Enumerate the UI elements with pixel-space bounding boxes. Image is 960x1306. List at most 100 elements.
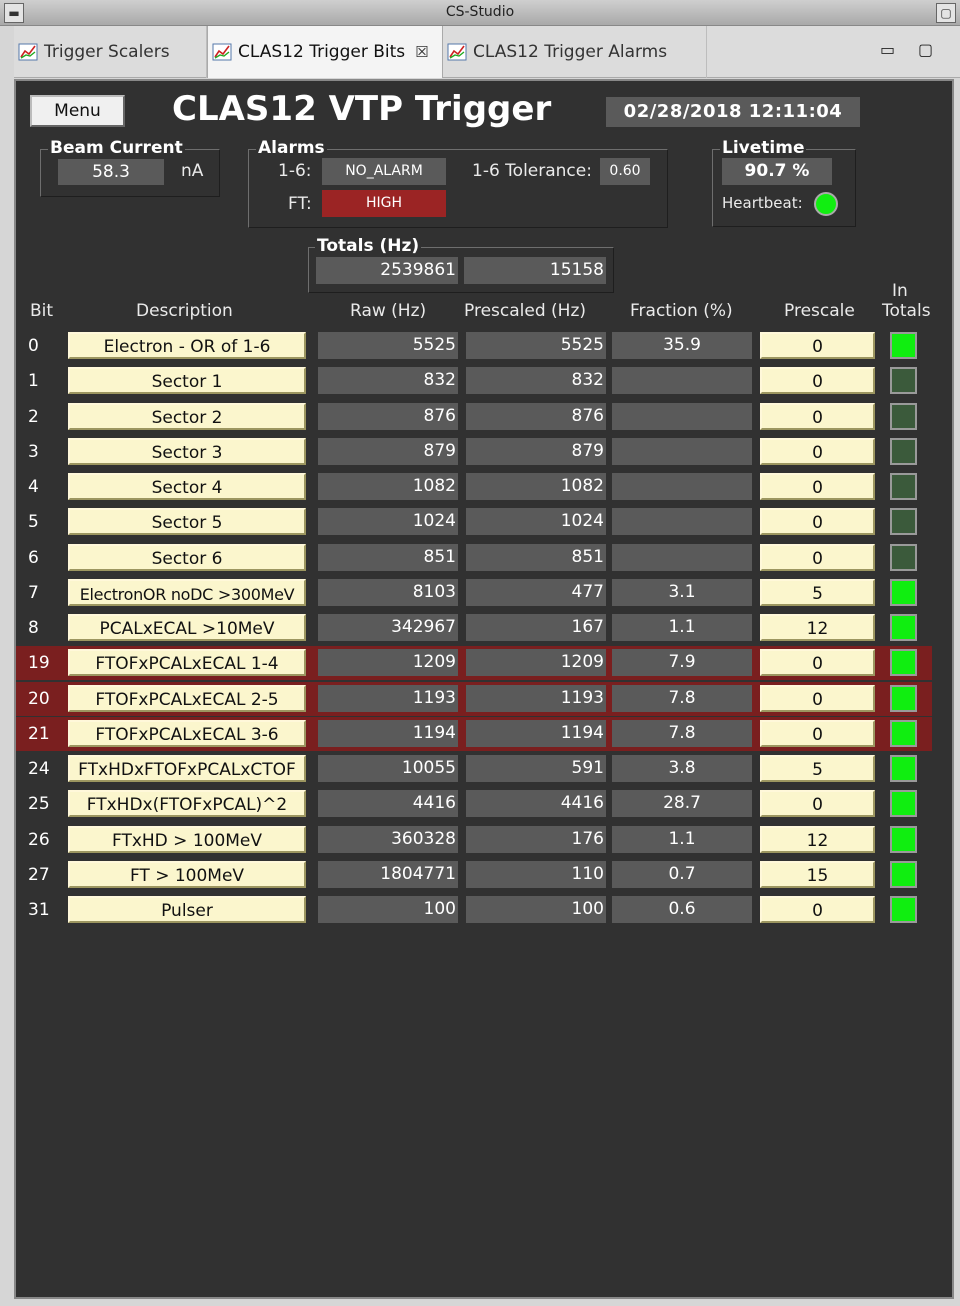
trigger-panel: Menu CLAS12 VTP Trigger 02/28/2018 12:11…	[14, 79, 954, 1299]
prescaled-rate: 876	[466, 402, 606, 430]
table-row: 31 Pulser 100 100 0.6 0	[16, 893, 932, 927]
description-field[interactable]: FTxHD > 100MeV	[68, 825, 306, 853]
in-totals-indicator[interactable]	[890, 473, 917, 500]
table-row: 27 FT > 100MeV 1804771 110 0.7 15	[16, 858, 932, 892]
in-totals-indicator[interactable]	[890, 402, 917, 430]
prescale-input[interactable]: 0	[760, 402, 875, 430]
prescale-input[interactable]: 5	[760, 755, 875, 782]
in-totals-indicator[interactable]	[890, 860, 917, 888]
bit-number: 6	[28, 547, 39, 568]
fraction-value	[612, 473, 752, 500]
chart-icon	[212, 42, 232, 62]
description-field[interactable]: Sector 6	[68, 543, 306, 571]
tab-clas12-trigger-alarms[interactable]: CLAS12 Trigger Alarms	[443, 26, 707, 78]
description-field[interactable]: Sector 1	[68, 367, 306, 395]
column-header-bit: Bit	[30, 301, 54, 321]
bit-number: 25	[28, 794, 50, 815]
fraction-value: 7.8	[612, 684, 752, 712]
bit-number: 27	[28, 864, 50, 885]
prescale-input[interactable]: 0	[760, 684, 875, 712]
description-field[interactable]: ElectronOR noDC >300MeV	[68, 578, 306, 606]
close-tab-icon[interactable]: ☒	[415, 43, 428, 61]
in-totals-indicator[interactable]	[890, 755, 917, 782]
prescale-input[interactable]: 0	[760, 896, 875, 923]
prescale-input[interactable]: 0	[760, 790, 875, 818]
page-title: CLAS12 VTP Trigger	[172, 89, 552, 129]
tab-clas12-trigger-bits[interactable]: CLAS12 Trigger Bits ☒	[207, 26, 443, 78]
prescale-input[interactable]: 0	[760, 508, 875, 536]
prescale-input[interactable]: 0	[760, 367, 875, 395]
raw-rate: 4416	[318, 790, 458, 818]
description-field[interactable]: Pulser	[68, 896, 306, 923]
table-row: 1 Sector 1 832 832 0	[16, 364, 932, 398]
prescale-input[interactable]: 0	[760, 543, 875, 571]
fraction-value: 7.8	[612, 719, 752, 747]
prescaled-rate: 879	[466, 437, 606, 465]
in-totals-indicator[interactable]	[890, 543, 917, 571]
in-totals-indicator[interactable]	[890, 684, 917, 712]
prescaled-rate: 176	[466, 825, 606, 853]
cs-studio-window: ▬ CS-Studio ▢ Trigger Scalers CLAS12 Tri…	[0, 0, 960, 1306]
bit-number: 26	[28, 829, 50, 850]
minimize-icon[interactable]: ▭	[880, 40, 895, 59]
fraction-value: 0.7	[612, 860, 752, 888]
beam-current-unit: nA	[181, 161, 204, 181]
bit-number: 4	[28, 477, 39, 497]
description-field[interactable]: Sector 2	[68, 402, 306, 430]
alarms-label: Alarms	[256, 138, 327, 158]
table-row: 7 ElectronOR noDC >300MeV 8103 477 3.1 5	[16, 576, 932, 610]
in-totals-indicator[interactable]	[890, 790, 917, 818]
prescaled-rate: 100	[466, 896, 606, 923]
table-row: 4 Sector 4 1082 1082 0	[16, 470, 932, 504]
prescale-input[interactable]: 0	[760, 649, 875, 677]
description-field[interactable]: Sector 3	[68, 437, 306, 465]
table-row: 19 FTOFxPCALxECAL 1-4 1209 1209 7.9 0	[16, 646, 932, 681]
description-field[interactable]: FT > 100MeV	[68, 860, 306, 888]
raw-rate: 1024	[318, 508, 458, 536]
prescale-input[interactable]: 5	[760, 578, 875, 606]
description-field[interactable]: FTOFxPCALxECAL 3-6	[68, 719, 306, 747]
tab-trigger-scalers[interactable]: Trigger Scalers	[14, 26, 207, 78]
window-title: CS-Studio	[445, 4, 515, 20]
in-totals-indicator[interactable]	[890, 719, 917, 747]
description-field[interactable]: Electron - OR of 1-6	[68, 332, 306, 359]
window-maximize-icon[interactable]: ▢	[936, 3, 956, 23]
raw-rate: 100	[318, 896, 458, 923]
description-field[interactable]: FTOFxPCALxECAL 1-4	[68, 649, 306, 677]
in-totals-indicator[interactable]	[890, 614, 917, 641]
prescale-input[interactable]: 0	[760, 719, 875, 747]
description-field[interactable]: FTOFxPCALxECAL 2-5	[68, 684, 306, 712]
in-totals-indicator[interactable]	[890, 825, 917, 853]
prescaled-rate: 591	[466, 755, 606, 782]
prescale-input[interactable]: 0	[760, 473, 875, 500]
in-totals-indicator[interactable]	[890, 332, 917, 359]
column-header-in: In	[892, 281, 908, 301]
raw-rate: 8103	[318, 578, 458, 606]
in-totals-indicator[interactable]	[890, 649, 917, 677]
table-row: 26 FTxHD > 100MeV 360328 176 1.1 12	[16, 823, 932, 857]
column-header-totals: Totals	[882, 301, 931, 321]
in-totals-indicator[interactable]	[890, 367, 917, 395]
prescale-input[interactable]: 0	[760, 437, 875, 465]
totals-prescaled-value: 15158	[464, 257, 606, 284]
description-field[interactable]: FTxHDx(FTOFxPCAL)^2	[68, 790, 306, 818]
window-titlebar[interactable]: ▬ CS-Studio ▢	[0, 0, 960, 26]
column-header-prescaled: Prescaled (Hz)	[464, 301, 586, 321]
in-totals-indicator[interactable]	[890, 896, 917, 923]
maximize-icon[interactable]: ▢	[918, 40, 933, 59]
description-field[interactable]: Sector 4	[68, 473, 306, 500]
prescale-input[interactable]: 0	[760, 332, 875, 359]
description-field[interactable]: PCALxECAL >10MeV	[68, 614, 306, 641]
table-row: 5 Sector 5 1024 1024 0	[16, 505, 932, 539]
in-totals-indicator[interactable]	[890, 578, 917, 606]
description-field[interactable]: Sector 5	[68, 508, 306, 536]
menu-button[interactable]: Menu	[30, 95, 125, 127]
prescale-input[interactable]: 12	[760, 614, 875, 641]
in-totals-indicator[interactable]	[890, 437, 917, 465]
in-totals-indicator[interactable]	[890, 508, 917, 536]
prescaled-rate: 110	[466, 860, 606, 888]
table-row: 8 PCALxECAL >10MeV 342967 167 1.1 12	[16, 611, 932, 645]
prescale-input[interactable]: 15	[760, 860, 875, 888]
description-field[interactable]: FTxHDxFTOFxPCALxCTOF	[68, 755, 306, 782]
prescale-input[interactable]: 12	[760, 825, 875, 853]
